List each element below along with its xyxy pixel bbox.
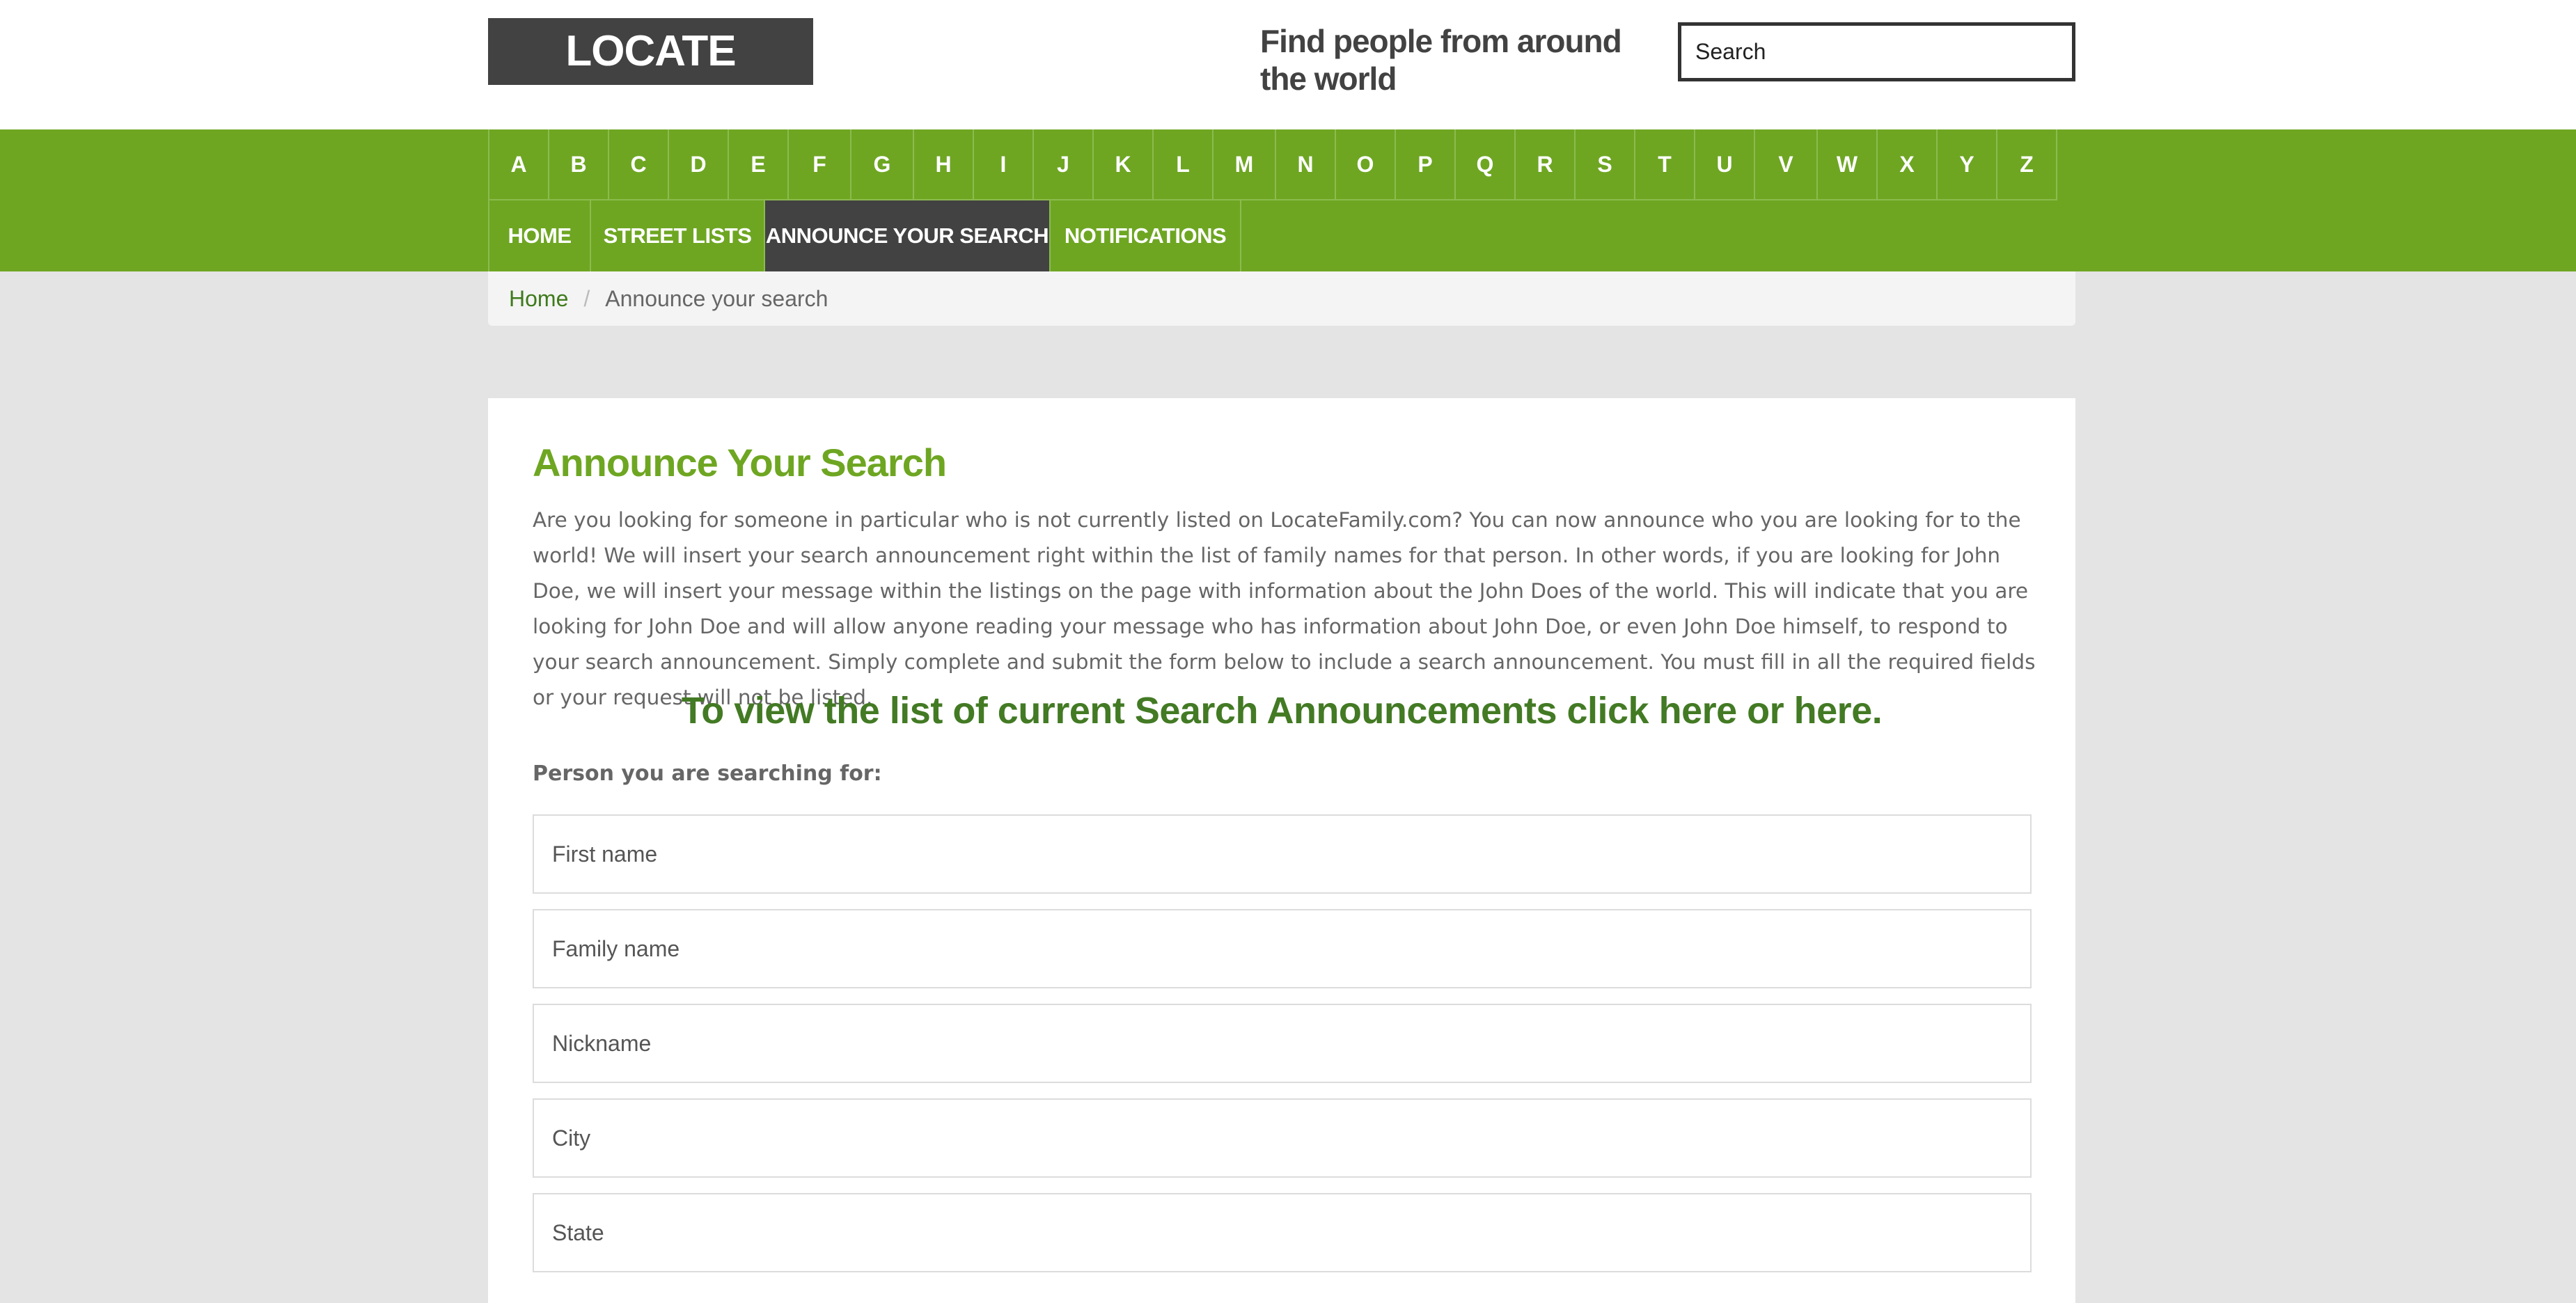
letter-n-link[interactable]: N [1276, 129, 1336, 200]
letter-w-link[interactable]: W [1818, 129, 1878, 200]
breadcrumb-home-link[interactable]: Home [509, 286, 568, 312]
letter-u-link[interactable]: U [1695, 129, 1755, 200]
letter-x-link[interactable]: X [1878, 129, 1938, 200]
letter-m-link[interactable]: M [1214, 129, 1276, 200]
menu-item-notifications[interactable]: NOTIFICATIONS [1051, 200, 1241, 271]
letter-q-link[interactable]: Q [1456, 129, 1516, 200]
nickname-field[interactable] [533, 1004, 2032, 1083]
letter-r-link[interactable]: R [1516, 129, 1576, 200]
form-label: Person you are searching for: [533, 761, 882, 786]
letter-y-link[interactable]: Y [1938, 129, 1997, 200]
letter-h-link[interactable]: H [914, 129, 974, 200]
site-header: LOCATE FAMILY Find people from around th… [0, 0, 2576, 142]
content-card: Announce Your Search Are you looking for… [488, 398, 2075, 1303]
state-field[interactable] [533, 1193, 2032, 1272]
letter-z-link[interactable]: Z [1997, 129, 2057, 200]
letter-c-link[interactable]: C [609, 129, 669, 200]
breadcrumb-current: Announce your search [605, 285, 828, 311]
breadcrumb: Home / Announce your search [488, 271, 2075, 326]
letter-s-link[interactable]: S [1576, 129, 1635, 200]
letter-k-link[interactable]: K [1094, 129, 1154, 200]
menu-item-announce-your-search[interactable]: ANNOUNCE YOUR SEARCH [765, 200, 1051, 271]
letter-f-link[interactable]: F [789, 129, 851, 200]
alphabet-nav: ABCDEFGHIJKLMNOPQRSTUVWXYZ [488, 129, 2057, 200]
breadcrumb-separator: / [583, 285, 590, 311]
letter-d-link[interactable]: D [669, 129, 729, 200]
menu-item-street-lists[interactable]: STREET LISTS [591, 200, 765, 271]
letter-b-link[interactable]: B [549, 129, 609, 200]
page-title: Announce Your Search [533, 441, 947, 484]
family-name-field[interactable] [533, 909, 2032, 988]
menu-item-home[interactable]: HOME [489, 200, 591, 271]
city-field[interactable] [533, 1098, 2032, 1178]
letter-l-link[interactable]: L [1154, 129, 1214, 200]
search-input[interactable] [1678, 22, 2075, 81]
site-tagline: Find people from around the world [1260, 23, 1622, 97]
letter-o-link[interactable]: O [1336, 129, 1396, 200]
letter-t-link[interactable]: T [1635, 129, 1695, 200]
view-announcements-link[interactable]: To view the list of current Search Annou… [488, 689, 2075, 732]
main-menu: HOME STREET LISTS ANNOUNCE YOUR SEARCH NOTI… [488, 200, 1241, 271]
letter-e-link[interactable]: E [729, 129, 789, 200]
letter-v-link[interactable]: V [1755, 129, 1818, 200]
letter-g-link[interactable]: G [851, 129, 914, 200]
letter-i-link[interactable]: I [974, 129, 1034, 200]
letter-j-link[interactable]: J [1034, 129, 1094, 200]
first-name-field[interactable] [533, 814, 2032, 894]
intro-paragraph: Are you looking for someone in particula… [533, 508, 2036, 709]
letter-p-link[interactable]: P [1396, 129, 1456, 200]
letter-a-link[interactable]: A [489, 129, 549, 200]
site-logo[interactable]: LOCATE FAMILY [488, 18, 813, 142]
